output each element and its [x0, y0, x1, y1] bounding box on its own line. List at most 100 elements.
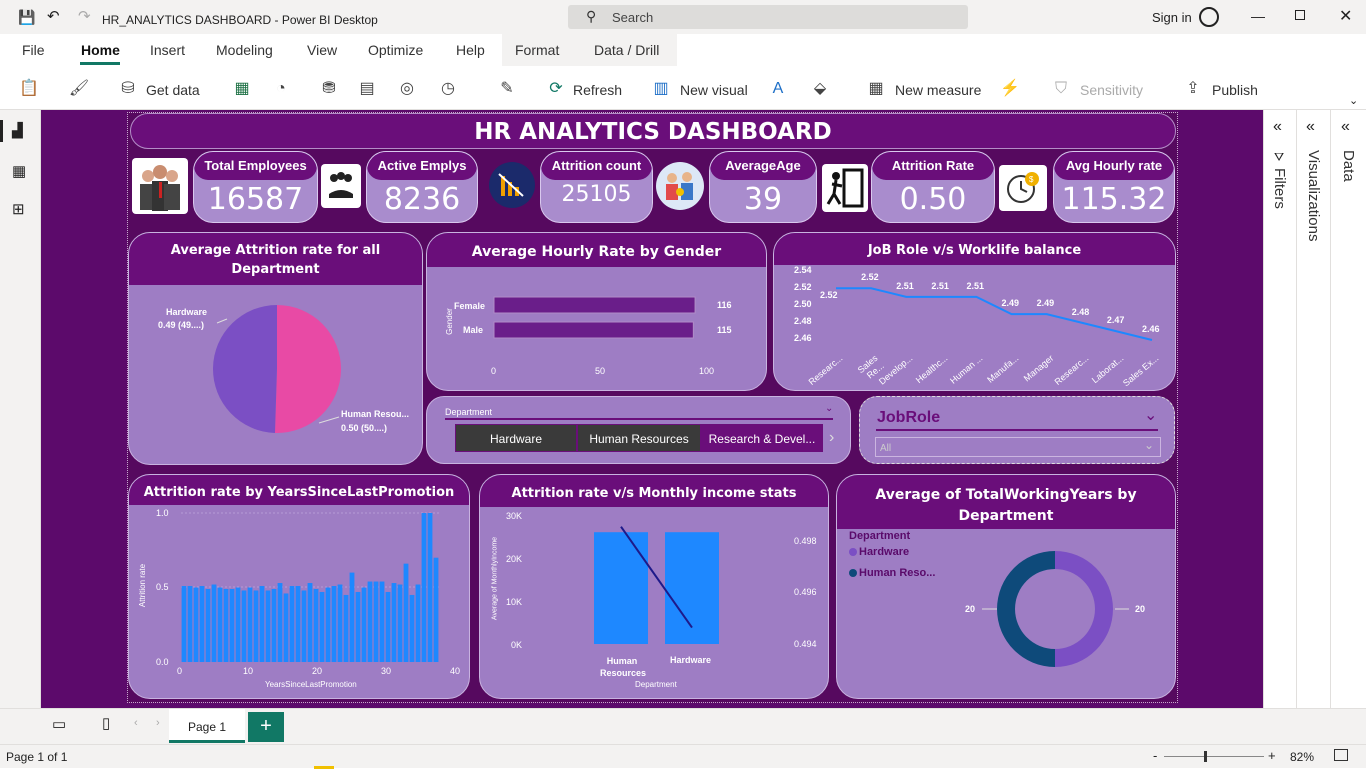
promotion-bar[interactable]: [379, 581, 385, 662]
promotion-bar[interactable]: [253, 590, 259, 662]
promotion-bar[interactable]: [193, 587, 199, 663]
database-icon[interactable]: ⛁: [117, 78, 139, 100]
promotion-bar[interactable]: [265, 590, 271, 662]
minimize-icon[interactable]: —: [1251, 8, 1265, 24]
promotion-bar[interactable]: [373, 581, 379, 662]
dataverse-icon[interactable]: ◎: [396, 78, 418, 100]
tab-home[interactable]: Home: [81, 42, 120, 58]
promotion-bar[interactable]: [391, 583, 397, 662]
income-attrition-panel[interactable]: Attrition rate v/s Monthly income stats …: [479, 474, 829, 699]
quick-measure-icon[interactable]: ⚡: [999, 78, 1021, 100]
promotion-attrition-panel[interactable]: Attrition rate by YearsSinceLastPromotio…: [128, 474, 470, 699]
slicer-option-research[interactable]: Research & Devel...: [701, 424, 823, 452]
refresh-icon[interactable]: ⟳: [545, 78, 567, 100]
promotion-bar[interactable]: [355, 591, 361, 662]
redo-icon[interactable]: ↷: [78, 7, 91, 25]
tab-insert[interactable]: Insert: [150, 42, 185, 58]
visualizations-label[interactable]: Visualizations: [1305, 150, 1322, 241]
promotion-bar[interactable]: [283, 593, 289, 662]
sign-in-link[interactable]: Sign in: [1152, 10, 1192, 25]
refresh-button[interactable]: Refresh: [573, 82, 622, 98]
visualizations-pane[interactable]: « Visualizations: [1296, 110, 1330, 708]
tab-file[interactable]: File: [22, 42, 45, 58]
publish-icon[interactable]: ⇪: [1182, 78, 1204, 100]
promotion-bar[interactable]: [397, 584, 403, 662]
model-view-icon[interactable]: ⊞: [12, 200, 25, 218]
promotion-bar[interactable]: [295, 586, 301, 662]
chevron-down-icon[interactable]: ⌄: [1144, 405, 1157, 425]
donut-slice-hardware[interactable]: [1055, 551, 1113, 667]
promotion-bar[interactable]: [367, 581, 373, 662]
promotion-bar[interactable]: [211, 584, 217, 662]
tab-format[interactable]: Format: [515, 42, 559, 58]
jobrole-worklife-panel[interactable]: JoB Role v/s Worklife balance 2.54 2.52 2.…: [773, 232, 1176, 391]
pie-slice-hardware[interactable]: [213, 305, 277, 433]
collapse-icon[interactable]: «: [1306, 118, 1315, 136]
format-painter-icon[interactable]: 🖌: [68, 78, 90, 100]
promotion-bar[interactable]: [223, 588, 229, 662]
promotion-bar[interactable]: [271, 588, 277, 662]
promotion-bar[interactable]: [241, 590, 247, 662]
report-view-icon[interactable]: ▟: [12, 122, 23, 139]
sensitivity-button[interactable]: Sensitivity: [1080, 82, 1143, 98]
prev-page-icon[interactable]: ‹: [134, 717, 138, 729]
save-icon[interactable]: 💾: [18, 9, 35, 26]
calculator-icon[interactable]: ▦: [865, 78, 887, 100]
excel-icon[interactable]: ▦: [231, 78, 253, 100]
promotion-bar[interactable]: [325, 587, 331, 663]
new-visual-button[interactable]: New visual: [680, 82, 748, 98]
promotion-bar[interactable]: [301, 590, 307, 662]
promotion-bar[interactable]: [307, 583, 313, 662]
promotion-bar[interactable]: [427, 513, 433, 662]
promotion-bar[interactable]: [319, 591, 325, 662]
promotion-bar[interactable]: [409, 594, 415, 662]
add-page-button[interactable]: +: [248, 712, 284, 742]
zoom-out-icon[interactable]: -: [1153, 748, 1157, 763]
new-measure-button[interactable]: New measure: [895, 82, 981, 98]
promotion-bar[interactable]: [187, 586, 193, 662]
promotion-bar[interactable]: [343, 594, 349, 662]
promotion-bar[interactable]: [421, 513, 427, 662]
promotion-bar[interactable]: [181, 586, 187, 662]
data-label[interactable]: Data: [1340, 150, 1357, 182]
slicer-option-human-resources[interactable]: Human Resources: [577, 424, 701, 452]
recent-sources-icon[interactable]: ◷: [437, 78, 459, 100]
worklife-line[interactable]: [836, 287, 1153, 341]
more-visuals-icon[interactable]: ⬙: [809, 78, 831, 100]
tab-view[interactable]: View: [307, 42, 337, 58]
slicer-option-hardware[interactable]: Hardware: [455, 424, 577, 452]
zoom-slider-track[interactable]: [1164, 756, 1264, 757]
paste-icon[interactable]: 📋: [18, 78, 40, 100]
promotion-bar[interactable]: [229, 588, 235, 662]
pie-slice-human-resources[interactable]: [274, 305, 342, 433]
text-box-icon[interactable]: A: [767, 78, 789, 100]
bar-male[interactable]: [493, 321, 694, 339]
next-page-icon[interactable]: ›: [156, 717, 160, 729]
publish-button[interactable]: Publish: [1212, 82, 1258, 98]
working-years-panel[interactable]: Average of TotalWorkingYears by Departme…: [836, 474, 1176, 699]
transform-data-icon[interactable]: ✎: [496, 78, 518, 100]
promotion-bar[interactable]: [385, 591, 391, 662]
jobrole-dropdown[interactable]: All ⌄: [875, 437, 1161, 457]
promotion-bar[interactable]: [337, 584, 343, 662]
sql-icon[interactable]: ⛃: [318, 78, 340, 100]
sensitivity-icon[interactable]: ⛉: [1050, 78, 1072, 100]
collapse-icon[interactable]: «: [1341, 118, 1350, 136]
jobrole-slicer[interactable]: JobRole ⌄ All ⌄: [859, 396, 1175, 464]
onelake-icon[interactable]: ◔: [270, 78, 292, 100]
maximize-icon[interactable]: [1295, 10, 1305, 20]
promotion-bar[interactable]: [247, 587, 253, 663]
enter-data-icon[interactable]: ▤: [356, 78, 378, 100]
tab-data-drill[interactable]: Data / Drill: [594, 42, 659, 58]
account-icon[interactable]: [1199, 7, 1219, 27]
mobile-layout-icon[interactable]: ▯: [102, 714, 110, 732]
fit-to-page-icon[interactable]: [1334, 749, 1348, 761]
undo-icon[interactable]: ↶: [47, 7, 60, 25]
filters-label[interactable]: Filters: [1271, 168, 1288, 209]
tab-modeling[interactable]: Modeling: [216, 42, 273, 58]
promotion-bar[interactable]: [313, 588, 319, 662]
desktop-layout-icon[interactable]: ▭: [52, 715, 66, 733]
attrition-pie-panel[interactable]: Average Attrition rate for all Departmen…: [128, 232, 423, 465]
promotion-bar[interactable]: [331, 586, 337, 662]
data-pane[interactable]: « Data: [1330, 110, 1366, 708]
